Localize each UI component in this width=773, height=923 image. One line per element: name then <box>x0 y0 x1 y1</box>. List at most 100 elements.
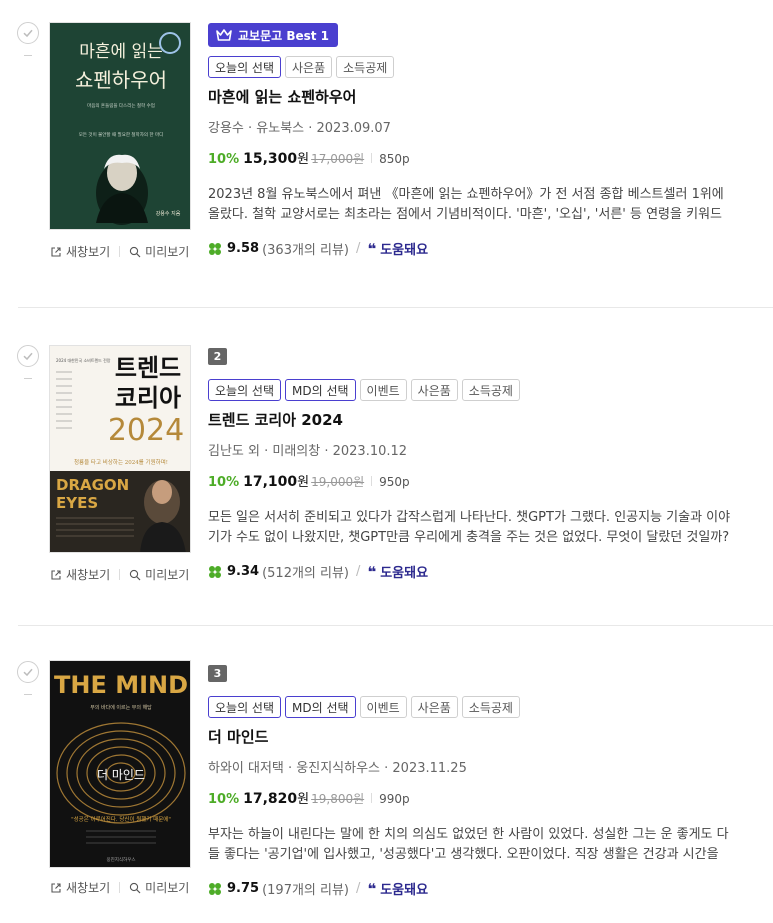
rating-score: 9.34 <box>227 564 260 579</box>
review-row: 9.75 (197개의 리뷰) / ❝ 도움돼요 <box>208 879 748 898</box>
review-count[interactable]: (512개의 리뷰) <box>262 562 349 581</box>
quote-icon: ❝ <box>367 562 376 581</box>
price-row: 10% 17,100 원 19,000원 950p <box>208 471 748 490</box>
tag-list: 오늘의 선택 MD의 선택 이벤트 사은품 소득공제 <box>208 379 748 401</box>
dash-divider <box>24 694 32 695</box>
tag-md-pick: MD의 선택 <box>285 696 356 718</box>
quote-icon: ❝ <box>367 239 376 258</box>
check-icon <box>23 668 33 677</box>
cover-actions: 새창보기 미리보기 <box>50 879 189 896</box>
rank-badge: 3 <box>208 665 227 682</box>
cover-actions: 새창보기 미리보기 <box>50 566 189 583</box>
preview-label: 미리보기 <box>145 568 190 582</box>
tag-todays-pick: 오늘의 선택 <box>208 696 282 718</box>
price-row: 10% 17,820 원 19,800원 990p <box>208 788 748 807</box>
helpful-label: 도움돼요 <box>380 566 429 581</box>
external-link-icon <box>51 569 61 580</box>
clover-icon <box>209 565 221 578</box>
book-description: 2023년 8월 유노북스에서 펴낸 《마흔에 읽는 쇼펜하우어》가 전 서점 … <box>208 187 724 222</box>
book-cover[interactable]: 마흔에 읽는 쇼펜하우어 마음의 흔들림을 다스리는 철학 수업 모든 것이 불… <box>49 22 191 230</box>
cover-actions: 새창보기 미리보기 <box>50 243 189 260</box>
svg-text:청룡을 타고 비상하는 2024를 기원하며!: 청룡을 타고 비상하는 2024를 기원하며! <box>74 458 168 466</box>
new-window-button[interactable]: 새창보기 <box>50 566 110 583</box>
reward-points: 850p <box>379 152 410 166</box>
svg-text:마음의 흔들림을 다스리는 철학 수업: 마음의 흔들림을 다스리는 철학 수업 <box>87 102 155 109</box>
sale-price: 17,820 <box>243 791 298 807</box>
price-row: 10% 15,300 원 17,000원 850p <box>208 148 748 167</box>
book-info: 2 오늘의 선택 MD의 선택 이벤트 사은품 소득공제 트렌드 코리아 202… <box>208 345 748 581</box>
tag-event: 이벤트 <box>359 379 407 401</box>
search-icon <box>130 569 141 580</box>
external-link-icon <box>51 882 61 893</box>
dash-divider <box>24 55 32 56</box>
action-separator <box>119 569 121 580</box>
svg-text:부의 바다에 이르는 부의 해답: 부의 바다에 이르는 부의 해답 <box>90 704 152 711</box>
svg-text:2024: 2024 <box>108 413 184 448</box>
helpful-button[interactable]: ❝ 도움돼요 <box>367 239 428 259</box>
rank-badge: 2 <box>208 348 227 365</box>
review-row: 9.34 (512개의 리뷰) / ❝ 도움돼요 <box>208 562 748 581</box>
price-unit: 원 <box>297 475 310 490</box>
tag-tax-deduction: 소득공제 <box>461 696 520 718</box>
svg-text:EYES: EYES <box>56 494 98 512</box>
new-window-label: 새창보기 <box>66 881 111 895</box>
original-price: 19,000원 <box>311 475 365 489</box>
helpful-button[interactable]: ❝ 도움돼요 <box>367 562 429 582</box>
book-title[interactable]: 마흔에 읽는 쇼펜하우어 <box>208 86 748 107</box>
svg-text:코리아: 코리아 <box>115 384 181 412</box>
preview-button[interactable]: 미리보기 <box>129 879 189 896</box>
helpful-label: 도움돼요 <box>380 883 429 898</box>
book-cover-art: THE MIND 부의 바다에 이르는 부의 해답 더 마인드 "성공은 이루어… <box>50 661 190 867</box>
book-cover[interactable]: THE MIND 부의 바다에 이르는 부의 해답 더 마인드 "성공은 이루어… <box>49 660 191 868</box>
preview-button[interactable]: 미리보기 <box>129 566 189 583</box>
clover-icon <box>209 242 221 255</box>
preview-label: 미리보기 <box>145 245 190 259</box>
tag-list: 오늘의 선택 사은품 소득공제 <box>208 56 748 78</box>
new-window-button[interactable]: 새창보기 <box>50 879 110 896</box>
clover-icon <box>209 882 221 895</box>
external-link-icon <box>51 246 61 257</box>
helpful-button[interactable]: ❝ 도움돼요 <box>367 879 429 899</box>
tag-gift: 사은품 <box>285 56 333 78</box>
price-separator <box>371 792 373 803</box>
price-unit: 원 <box>297 152 310 167</box>
book-title[interactable]: 더 마인드 <box>208 726 748 747</box>
sale-price: 15,300 <box>243 151 298 167</box>
original-price: 19,800원 <box>311 792 365 806</box>
review-row: 9.58 (363개의 리뷰) / ❝ 도움돼요 <box>208 239 748 258</box>
dash-divider <box>24 378 32 379</box>
book-cover[interactable]: 2024 대한민국 소비트렌드 전망 트렌드 코리아 2024 청룡을 타고 비… <box>49 345 191 553</box>
search-icon <box>130 882 141 893</box>
tag-list: 오늘의 선택 MD의 선택 이벤트 사은품 소득공제 <box>208 696 748 718</box>
check-icon <box>23 29 33 38</box>
tag-tax-deduction: 소득공제 <box>461 379 520 401</box>
svg-text:마흔에 읽는: 마흔에 읽는 <box>79 42 163 62</box>
new-window-button[interactable]: 새창보기 <box>50 243 110 260</box>
preview-label: 미리보기 <box>145 881 190 895</box>
svg-text:THE MIND: THE MIND <box>54 671 188 699</box>
book-info: 교보문고 Best 1 오늘의 선택 사은품 소득공제 마흔에 읽는 쇼펜하우어… <box>208 23 748 258</box>
action-separator <box>119 882 121 893</box>
book-title[interactable]: 트렌드 코리아 2024 <box>208 409 748 430</box>
book-cover-art: 2024 대한민국 소비트렌드 전망 트렌드 코리아 2024 청룡을 타고 비… <box>50 346 190 552</box>
tag-gift: 사은품 <box>410 696 458 718</box>
review-separator: / <box>356 564 361 579</box>
search-icon <box>130 246 141 257</box>
review-count[interactable]: (197개의 리뷰) <box>262 879 349 898</box>
book-meta: 강용수 · 유노북스 · 2023.09.07 <box>208 121 391 136</box>
preview-button[interactable]: 미리보기 <box>129 243 189 260</box>
book-meta: 하와이 대저택 · 웅진지식하우스 · 2023.11.25 <box>208 761 467 776</box>
select-checkbox[interactable] <box>17 661 39 683</box>
new-window-label: 새창보기 <box>66 245 111 259</box>
svg-text:DRAGON: DRAGON <box>56 476 129 494</box>
select-checkbox[interactable] <box>17 22 39 44</box>
check-icon <box>23 352 33 361</box>
review-count[interactable]: (363개의 리뷰) <box>262 239 349 258</box>
tag-todays-pick: 오늘의 선택 <box>208 379 282 401</box>
reward-points: 990p <box>379 792 410 806</box>
item-divider <box>18 307 773 308</box>
best-badge-label: 교보문고 Best 1 <box>238 28 330 43</box>
select-checkbox[interactable] <box>17 345 39 367</box>
best-badge: 교보문고 Best 1 <box>208 23 339 47</box>
discount-rate: 10% <box>208 152 240 167</box>
